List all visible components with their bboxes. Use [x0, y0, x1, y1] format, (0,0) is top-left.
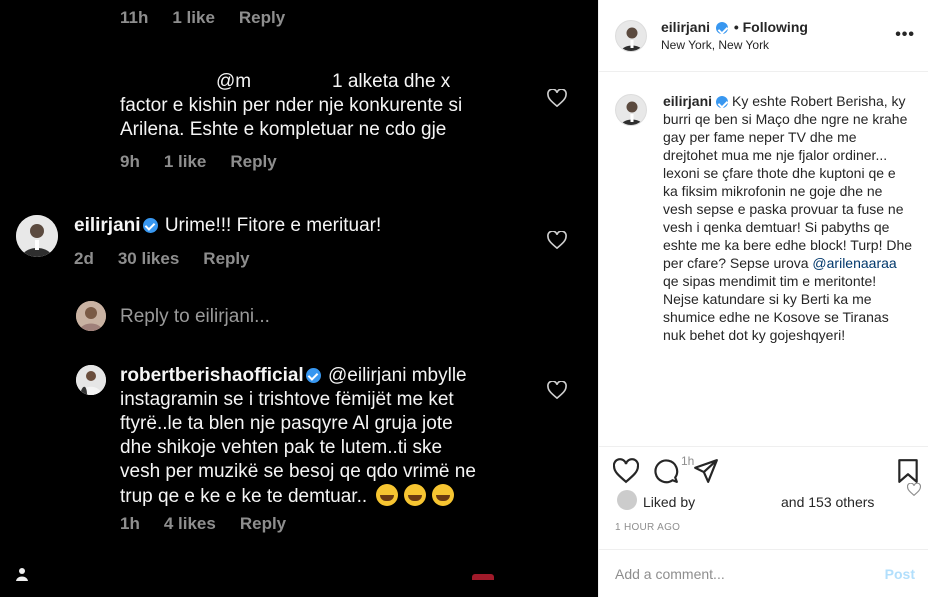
heart-outline-icon: [547, 89, 567, 107]
comment-text-line: trup qe e ke e ke te demtuar..: [120, 484, 460, 509]
author-line: eilirjani • Following: [661, 19, 808, 35]
comment-likes: 1 like: [163, 152, 207, 171]
comment-time: 9h: [120, 152, 140, 171]
comment-text: trup qe e ke e ke te demtuar..: [120, 486, 368, 507]
caption-body-b: qe sipas mendimit tim e meritonte! Nejse…: [663, 273, 889, 343]
avatar-image: [76, 365, 106, 395]
author-avatar[interactable]: [615, 20, 647, 52]
post-header: eilirjani • Following New York, New York…: [599, 0, 928, 72]
comment-text-line: 1 alketa dhe x: [332, 71, 451, 92]
avatar: [76, 301, 106, 331]
comment-likes: 1 like: [172, 8, 215, 27]
save-bookmark-icon[interactable]: [895, 458, 921, 484]
caption-text: eilirjani Ky eshte Robert Berisha, ky bur…: [663, 92, 913, 344]
verified-badge-icon: [715, 22, 728, 34]
post-location[interactable]: New York, New York: [661, 38, 769, 52]
partial-icon: [472, 574, 494, 580]
comment-body: eilirjani Urime!!! Fitore e merituar!: [74, 214, 381, 238]
comment-bubble-icon[interactable]: [653, 458, 679, 484]
avatar-image: [16, 215, 58, 257]
likes-count[interactable]: and 153 others: [781, 494, 874, 510]
comment-meta: 9h 1 like Reply: [120, 152, 277, 172]
add-comment-bar: Add a comment... Post: [599, 549, 928, 597]
rofl-emoji-icon: [432, 484, 455, 506]
rofl-emoji-icon: [404, 484, 427, 506]
verified-badge-icon: [305, 368, 321, 383]
comment-text: @eilirjani mbylle: [328, 365, 467, 386]
following-button[interactable]: Following: [743, 19, 808, 35]
comment-meta: 11h 1 like Reply: [120, 8, 285, 28]
comment-reply: Reply: [203, 249, 250, 268]
heart-outline-icon: [547, 381, 567, 399]
liked-by-label: Liked by: [643, 494, 696, 510]
like-heart-icon[interactable]: [613, 458, 639, 484]
comment-text-line: dhe shikoje vehten pak te lutem..ti ske: [120, 437, 443, 458]
avatar: [16, 215, 58, 257]
avatar: [76, 365, 106, 395]
comment-text: Urime!!! Fitore e merituar!: [164, 215, 382, 236]
comment-reply: Reply: [238, 8, 286, 27]
post-sidebar: eilirjani • Following New York, New York…: [598, 0, 928, 597]
avatar-image: [616, 21, 646, 51]
comment-body: robertberishaofficial @eilirjani mbylle: [120, 364, 467, 388]
caption-body-a: Ky eshte Robert Berisha, ky burri qe ben…: [663, 93, 913, 271]
comment-input[interactable]: Add a comment...: [615, 566, 725, 582]
avatar-image: [616, 95, 646, 125]
instagram-post-view: 11h 1 like Reply @m 1 alketa dhe x facto…: [0, 0, 928, 597]
comment-time: 2d: [74, 249, 94, 268]
comment-likes: 4 likes: [163, 514, 216, 533]
liker-avatar[interactable]: [617, 490, 637, 510]
more-options-icon[interactable]: •••: [895, 26, 915, 44]
post-photo: 11h 1 like Reply @m 1 alketa dhe x facto…: [0, 0, 598, 597]
rofl-emoji-icon: [376, 484, 399, 506]
post-timestamp: 1 HOUR AGO: [615, 522, 681, 533]
caption-username[interactable]: eilirjani: [663, 93, 712, 109]
comment-time: 11h: [120, 8, 149, 27]
comment-time: 1h: [120, 514, 140, 533]
caption-avatar[interactable]: [615, 94, 647, 126]
avatar-image: [76, 301, 106, 331]
author-username[interactable]: eilirjani: [661, 19, 710, 35]
comment-likes: 30 likes: [117, 249, 180, 268]
caption-mention[interactable]: @arilenaaraa: [812, 255, 896, 271]
comment-meta: 1h 4 likes Reply: [120, 514, 286, 534]
comment-text-line: factor e kishin per nder nje konkurente …: [120, 95, 463, 116]
comment-username: eilirjani: [74, 215, 141, 236]
person-icon: [16, 568, 28, 581]
comment-reply: Reply: [230, 152, 277, 171]
comment-meta: 2d 30 likes Reply: [74, 249, 250, 269]
verified-badge-icon: [716, 96, 729, 108]
comment-reply: Reply: [239, 514, 287, 533]
comment-text-line: Arilena. Eshte e kompletuar ne cdo gje: [120, 119, 447, 140]
comment-text-line: instagramin se i trishtove fëmijët me ke…: [120, 389, 454, 410]
verified-badge-icon: [142, 218, 158, 233]
comment-text-line: @m: [216, 71, 252, 92]
comment-text-line: ftyrë..le ta blen nje pasqyre Al gruja j…: [120, 413, 453, 434]
comment-text-line: vesh per muzikë se besoj qe qdo vrimë ne: [120, 461, 476, 482]
share-paper-plane-icon[interactable]: [693, 458, 719, 484]
comment-username: robertberishaofficial: [120, 365, 304, 386]
heart-outline-icon: [547, 231, 567, 249]
post-comment-button[interactable]: Post: [885, 566, 915, 582]
reply-to-prompt: Reply to eilirjani...: [120, 306, 270, 327]
